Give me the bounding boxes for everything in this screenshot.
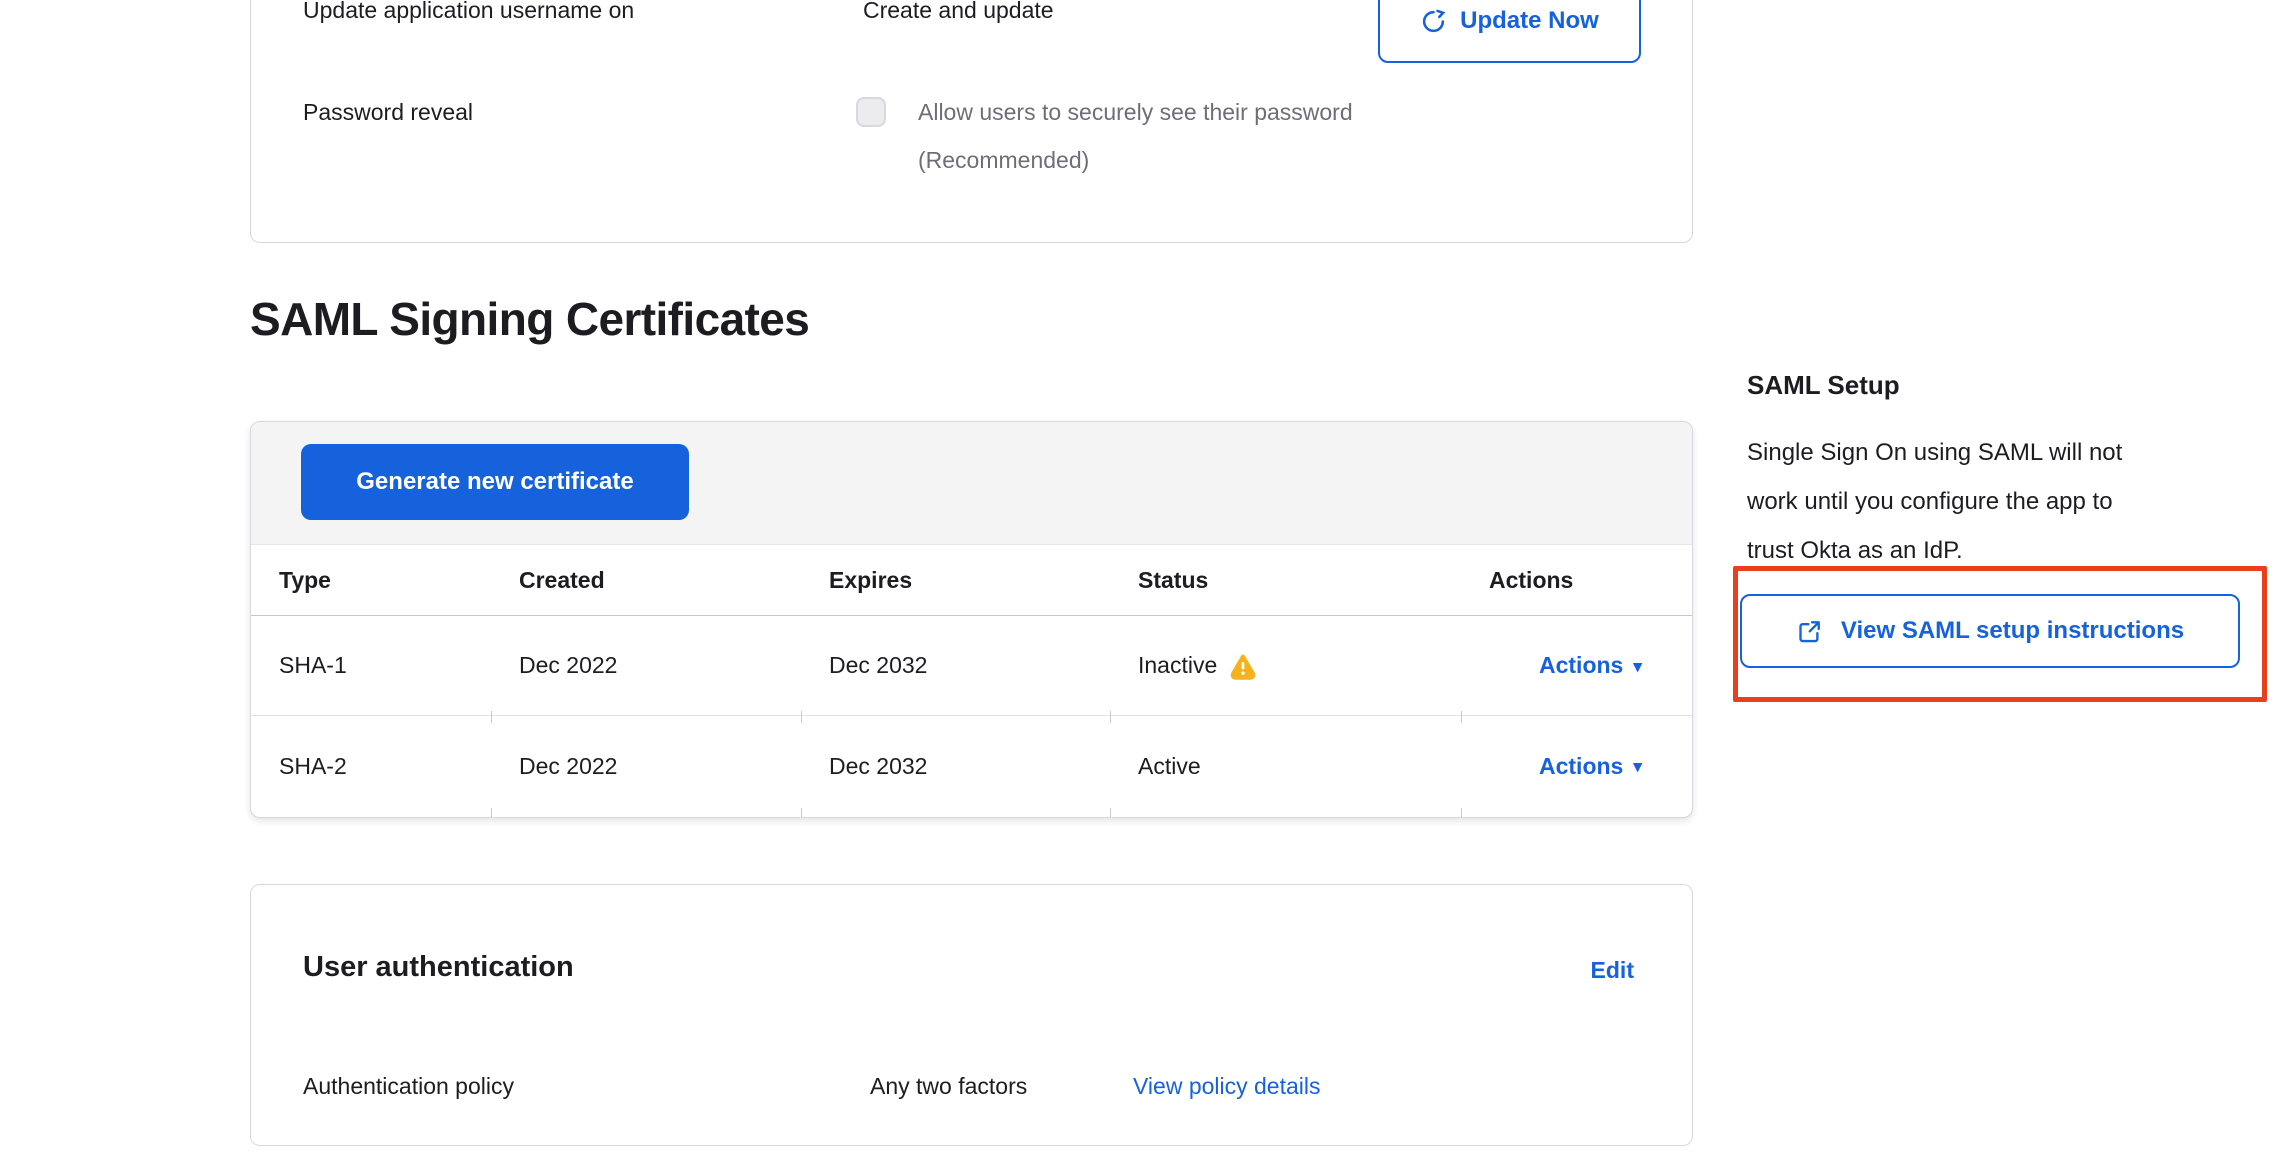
column-header-created: Created — [491, 567, 801, 594]
column-header-actions: Actions — [1461, 567, 1692, 594]
cell-type: SHA-2 — [251, 753, 491, 780]
column-header-status: Status — [1110, 567, 1461, 594]
cell-status: Inactive — [1110, 652, 1461, 680]
password-reveal-label: Password reveal — [303, 99, 473, 126]
column-header-expires: Expires — [801, 567, 1110, 594]
view-saml-setup-instructions-button[interactable]: View SAML setup instructions — [1740, 594, 2240, 668]
cell-actions: Actions ▾ — [1461, 652, 1692, 679]
cell-actions: Actions ▾ — [1461, 753, 1692, 780]
warning-icon — [1229, 652, 1257, 680]
generate-certificate-button[interactable]: Generate new certificate — [301, 444, 689, 520]
table-row-sha1: SHA-1 Dec 2022 Dec 2032 Inactive Actions… — [251, 616, 1692, 716]
password-reveal-checkbox[interactable] — [856, 97, 886, 127]
cell-created: Dec 2022 — [491, 652, 801, 679]
app-settings-card: Update application username on Create an… — [250, 0, 1693, 243]
saml-setup-description-line: trust Okta as an IdP. — [1747, 526, 2279, 575]
saml-certificates-panel: Generate new certificate Type Created Ex… — [250, 421, 1693, 818]
cell-expires: Dec 2032 — [801, 753, 1110, 780]
saml-setup-description-line: Single Sign On using SAML will not — [1747, 428, 2279, 477]
column-tick — [1461, 711, 1462, 723]
column-header-type: Type — [251, 567, 491, 594]
update-now-button[interactable]: Update Now — [1378, 0, 1641, 63]
generate-certificate-label: Generate new certificate — [356, 468, 633, 496]
username-update-label: Update application username on — [303, 0, 634, 24]
password-reveal-help-line1: Allow users to securely see their passwo… — [918, 99, 1353, 126]
refresh-icon — [1420, 8, 1447, 35]
column-tick — [1110, 711, 1111, 723]
actions-dropdown-sha1[interactable]: Actions ▾ — [1489, 652, 1692, 679]
view-policy-details-link[interactable]: View policy details — [1133, 1073, 1321, 1100]
table-row-sha2: SHA-2 Dec 2022 Dec 2032 Active Actions ▾ — [251, 716, 1692, 816]
column-tick — [801, 808, 802, 818]
user-authentication-card: User authentication Edit Authentication … — [250, 884, 1693, 1146]
saml-setup-heading: SAML Setup — [1747, 370, 1900, 401]
update-now-label: Update Now — [1460, 7, 1599, 35]
column-tick — [491, 808, 492, 818]
status-text: Inactive — [1138, 652, 1217, 679]
external-link-icon — [1796, 618, 1823, 645]
cell-status: Active — [1110, 753, 1461, 780]
page-title: SAML Signing Certificates — [250, 292, 809, 346]
password-reveal-help-line2: (Recommended) — [918, 147, 1089, 174]
username-update-value: Create and update — [863, 0, 1054, 24]
authentication-policy-value: Any two factors — [870, 1073, 1027, 1100]
saml-setup-description-line: work until you configure the app to — [1747, 477, 2279, 526]
certificates-panel-header: Generate new certificate — [251, 422, 1692, 545]
status-text: Active — [1138, 753, 1201, 780]
certificates-table-header: Type Created Expires Status Actions — [251, 545, 1692, 616]
cell-expires: Dec 2032 — [801, 652, 1110, 679]
cell-type: SHA-1 — [251, 652, 491, 679]
edit-link[interactable]: Edit — [1591, 957, 1634, 984]
view-saml-setup-instructions-label: View SAML setup instructions — [1841, 617, 2184, 645]
saml-setup-description: Single Sign On using SAML will not work … — [1747, 428, 2279, 575]
column-tick — [491, 711, 492, 723]
actions-label: Actions — [1539, 753, 1623, 780]
actions-dropdown-sha2[interactable]: Actions ▾ — [1489, 753, 1692, 780]
column-tick — [801, 711, 802, 723]
cell-created: Dec 2022 — [491, 753, 801, 780]
column-tick — [1461, 808, 1462, 818]
column-tick — [1110, 808, 1111, 818]
caret-down-icon: ▾ — [1633, 757, 1642, 777]
actions-label: Actions — [1539, 652, 1623, 679]
user-authentication-title: User authentication — [303, 951, 574, 984]
caret-down-icon: ▾ — [1633, 657, 1642, 677]
authentication-policy-label: Authentication policy — [303, 1073, 514, 1100]
